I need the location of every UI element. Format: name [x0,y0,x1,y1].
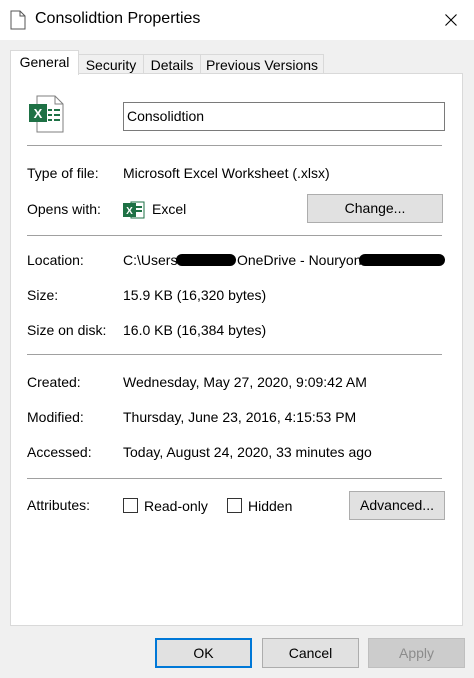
location-value-middle: OneDrive - Nouryon [237,252,362,268]
type-value: Microsoft Excel Worksheet (.xlsx) [123,165,330,181]
close-icon [445,14,457,26]
tab-previous-versions[interactable]: Previous Versions [200,54,324,74]
readonly-label[interactable]: Read-only [144,498,208,514]
tab-security[interactable]: Security [78,54,144,74]
hidden-checkbox[interactable] [227,498,242,513]
created-label: Created: [27,374,81,390]
redaction-mark [359,254,445,266]
excel-app-icon: X [123,201,145,219]
opens-with-value: Excel [152,201,187,217]
modified-value: Thursday, June 23, 2016, 4:15:53 PM [123,409,357,425]
separator [27,478,442,479]
advanced-button[interactable]: Advanced... [349,491,445,520]
attributes-label: Attributes: [27,497,91,513]
opens-with-label: Opens with: [27,201,101,217]
size-value: 15.9 KB (16,320 bytes) [123,287,267,303]
svg-text:X: X [126,206,133,217]
excel-file-icon: X [29,95,64,133]
created-value: Wednesday, May 27, 2020, 9:09:42 AM [123,374,367,390]
type-label: Type of file: [27,165,99,181]
apply-button[interactable]: Apply [368,638,465,668]
separator [27,235,442,236]
title-bar: Consolidtion Properties [0,0,474,40]
redaction-mark [176,254,236,266]
accessed-value: Today, August 24, 2020, 33 minutes ago [123,444,372,460]
readonly-checkbox[interactable] [123,498,138,513]
ok-button[interactable]: OK [155,638,252,668]
window-title: Consolidtion Properties [35,10,201,27]
location-label: Location: [27,252,84,268]
tab-details[interactable]: Details [143,54,201,74]
svg-text:X: X [34,106,43,121]
modified-label: Modified: [27,409,84,425]
separator [27,145,442,146]
tab-general[interactable]: General [10,50,79,75]
location-value-prefix: C:\Users [123,252,178,268]
separator [27,354,442,355]
size-on-disk-label: Size on disk: [27,322,107,338]
file-name-input[interactable]: Consolidtion [123,102,445,131]
size-on-disk-value: 16.0 KB (16,384 bytes) [123,322,267,338]
general-panel: X Consolidtion Type of file: Microsoft E… [10,73,463,626]
accessed-label: Accessed: [27,444,92,460]
size-label: Size: [27,287,59,303]
close-button[interactable] [428,0,474,40]
document-icon [10,10,26,30]
change-button[interactable]: Change... [307,194,443,223]
hidden-label[interactable]: Hidden [248,498,292,514]
cancel-button[interactable]: Cancel [262,638,359,668]
